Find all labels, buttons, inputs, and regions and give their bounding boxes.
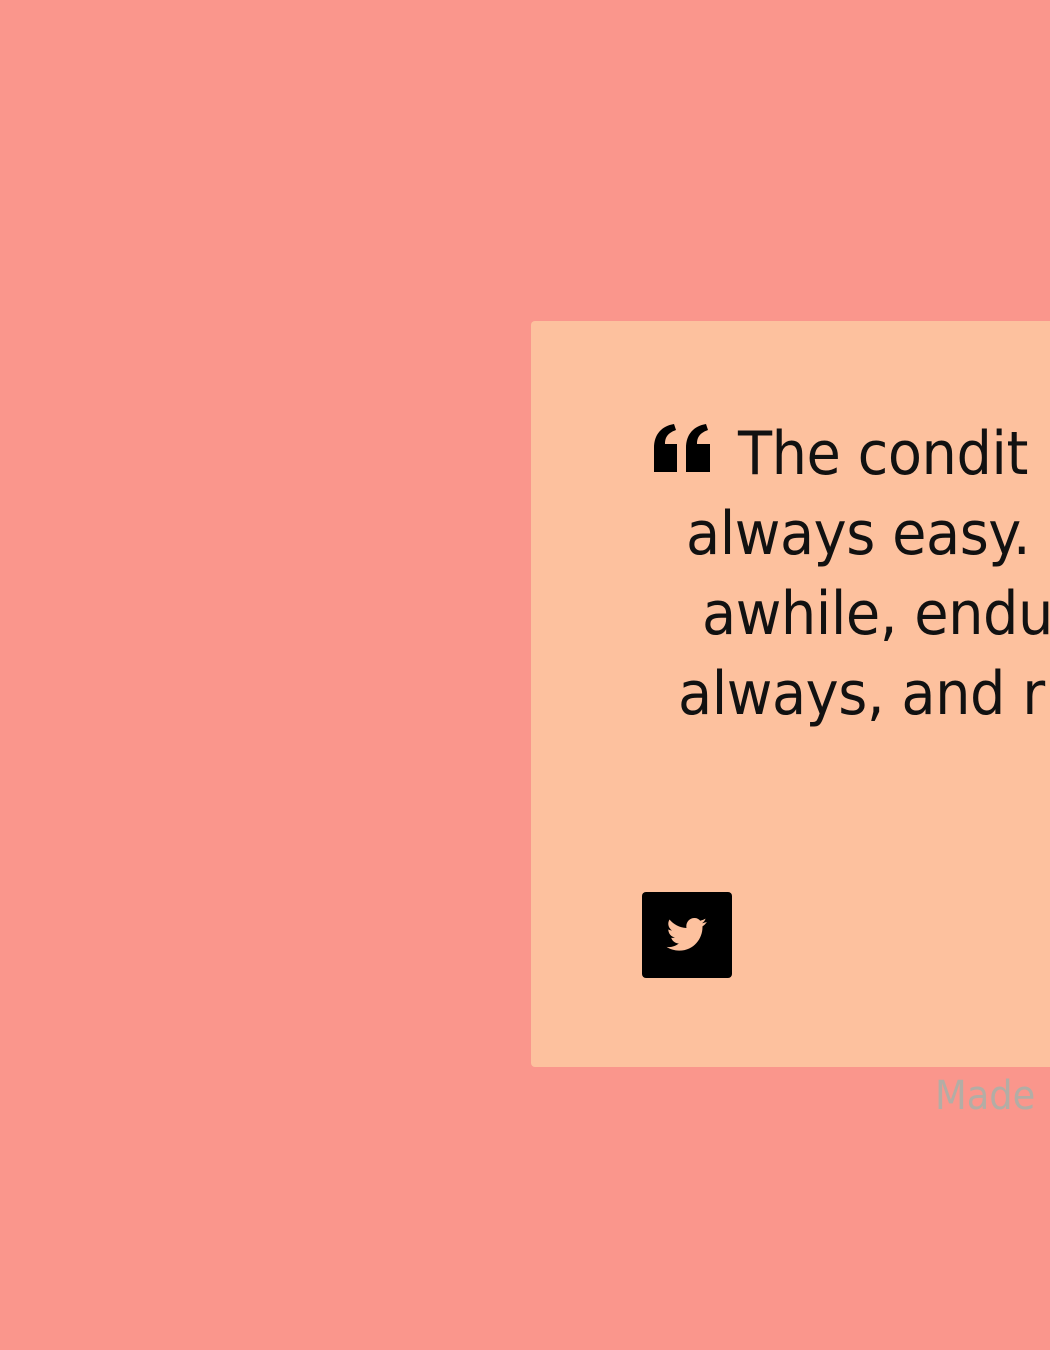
quote-box	[531, 321, 1050, 1067]
twitter-icon	[666, 918, 707, 951]
tweet-button[interactable]	[642, 892, 732, 978]
quote-left-icon	[654, 424, 710, 472]
footer-credit: Made	[935, 1073, 1036, 1119]
